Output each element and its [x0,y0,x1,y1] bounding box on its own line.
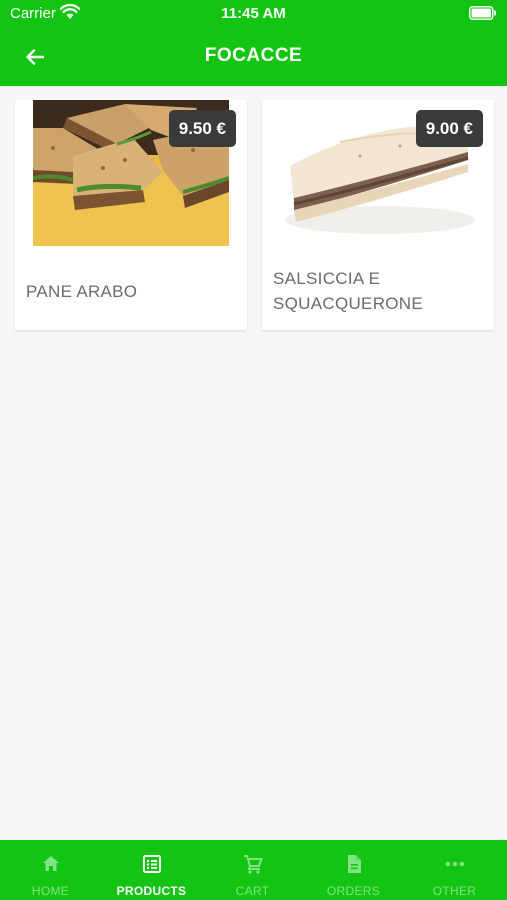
status-time: 11:45 AM [221,5,286,22]
tab-label: CART [235,884,270,898]
status-bar: Carrier 11:45 AM [0,0,507,28]
more-icon [445,861,465,867]
tab-label: PRODUCTS [116,884,187,898]
tab-other[interactable]: OTHER [404,840,505,900]
tab-bar: HOME PRODUCTS CART ORDERS OTHER [0,840,507,900]
product-name: PANE ARABO [26,281,138,301]
cart-icon [244,855,263,874]
document-icon [348,855,361,873]
tab-cart[interactable]: CART [202,840,303,900]
tab-orders[interactable]: ORDERS [303,840,404,900]
tab-label: HOME [31,884,70,898]
product-card[interactable]: 9.00 € SALSICCIA E SQUACQUERONE [262,100,494,330]
tab-label: ORDERS [326,884,381,898]
price-badge: 9.00 € [415,110,483,147]
top-bar: Carrier 11:45 AM FOCACCE [0,0,507,86]
product-name: SALSICCIA E SQUACQUERONE [273,269,424,313]
battery-icon [469,6,496,20]
nav-bar: FOCACCE [0,28,507,86]
page-title: FOCACCE [204,45,303,66]
home-icon [43,856,59,871]
price-badge: 9.50 € [168,110,236,147]
tab-home[interactable]: HOME [0,840,101,900]
tab-label: OTHER [432,884,477,898]
product-card[interactable]: 9.50 € PANE ARABO [15,100,247,330]
tab-products[interactable]: PRODUCTS [101,840,202,900]
product-grid: 9.50 € PANE ARABO 9.00 € SALSICCIA E SQU… [0,86,507,840]
list-icon [143,855,161,873]
